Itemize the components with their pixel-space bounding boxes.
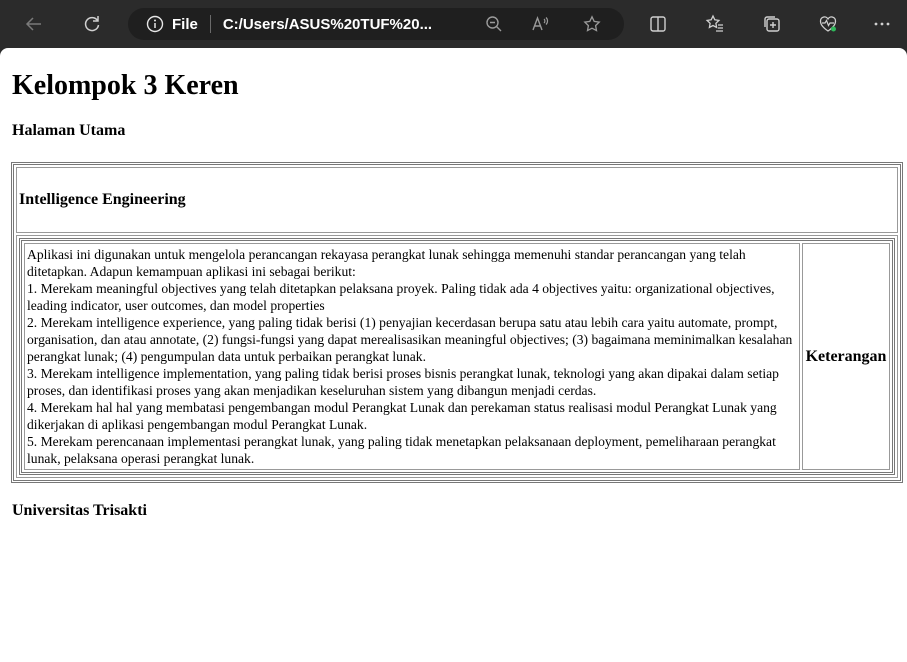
description-line: 5. Merekam perencanaan implementasi pera… xyxy=(27,434,776,466)
url-text[interactable]: C:/Users/ASUS%20TUF%20... xyxy=(223,16,432,33)
split-screen-icon[interactable] xyxy=(646,12,670,36)
browser-essentials-icon[interactable] xyxy=(816,12,840,36)
page-content: Kelompok 3 Keren Halaman Utama Intellige… xyxy=(0,48,907,528)
back-arrow-icon[interactable] xyxy=(22,12,46,36)
refresh-icon[interactable] xyxy=(80,12,104,36)
page-title: Kelompok 3 Keren xyxy=(12,70,239,101)
more-menu-icon[interactable] xyxy=(870,12,894,36)
section-title: Intelligence Engineering xyxy=(16,167,898,233)
keterangan-cell: Keterangan xyxy=(802,243,890,470)
inner-table-cell: Aplikasi ini digunakan untuk mengelola p… xyxy=(16,235,898,478)
description-line: 3. Merekam intelligence implementation, … xyxy=(27,366,779,398)
inner-table: Aplikasi ini digunakan untuk mengelola p… xyxy=(19,238,895,475)
collections-icon[interactable] xyxy=(760,12,784,36)
zoom-out-icon[interactable] xyxy=(484,14,504,34)
address-separator xyxy=(209,15,211,33)
footer-text: Universitas Trisakti xyxy=(12,502,147,519)
outer-table: Intelligence Engineering Aplikasi ini di… xyxy=(11,162,903,483)
page-viewport: Kelompok 3 Keren Halaman Utama Intellige… xyxy=(0,48,907,662)
description-cell: Aplikasi ini digunakan untuk mengelola p… xyxy=(24,243,800,470)
description-line: 1. Merekam meaningful objectives yang te… xyxy=(27,281,775,313)
info-icon[interactable] xyxy=(146,15,164,33)
page-subtitle: Halaman Utama xyxy=(12,122,126,139)
description-line: 4. Merekam hal hal yang membatasi pengem… xyxy=(27,400,777,432)
description-line: Aplikasi ini digunakan untuk mengelola p… xyxy=(27,247,746,279)
favorite-star-icon[interactable] xyxy=(582,14,602,34)
file-label: File xyxy=(172,15,198,33)
description-line: 2. Merekam intelligence experience, yang… xyxy=(27,315,793,364)
browser-toolbar: File C:/Users/ASUS%20TUF%20... xyxy=(0,0,907,48)
read-aloud-icon[interactable] xyxy=(530,14,550,34)
address-bar[interactable]: File C:/Users/ASUS%20TUF%20... xyxy=(128,8,624,40)
favorites-icon[interactable] xyxy=(703,12,727,36)
